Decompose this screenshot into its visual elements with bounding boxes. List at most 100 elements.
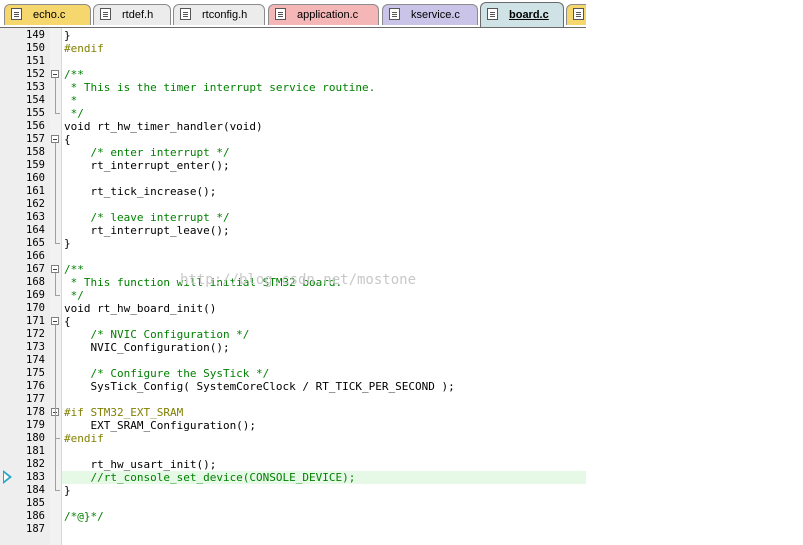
- fold-guide: [55, 325, 56, 490]
- code-line[interactable]: /* Configure the SysTick */: [64, 367, 269, 380]
- code-line[interactable]: */: [64, 107, 84, 120]
- file-icon: [275, 8, 286, 20]
- line-number: 154: [26, 94, 45, 106]
- code-line[interactable]: rt_tick_increase();: [64, 185, 216, 198]
- fold-margin: [50, 28, 62, 545]
- tab-overflow[interactable]: [566, 4, 586, 25]
- fold-end: [55, 438, 60, 439]
- code-line[interactable]: rt_hw_usart_init();: [64, 458, 216, 471]
- code-line[interactable]: EXT_SRAM_Configuration();: [64, 419, 256, 432]
- line-number: 175: [26, 367, 45, 379]
- tab-label: board.c: [509, 9, 549, 21]
- fold-toggle-icon[interactable]: [51, 265, 59, 273]
- file-icon: [389, 8, 400, 20]
- tab-kservice-c[interactable]: kservice.c: [382, 4, 478, 25]
- line-number: 172: [26, 328, 45, 340]
- tab-divider: [0, 27, 586, 28]
- code-line[interactable]: NVIC_Configuration();: [64, 341, 229, 354]
- line-number: 152: [26, 68, 45, 80]
- fold-toggle-icon[interactable]: [51, 135, 59, 143]
- code-line[interactable]: */: [64, 289, 84, 302]
- line-number: 161: [26, 185, 45, 197]
- line-number: 156: [26, 120, 45, 132]
- file-icon: [487, 8, 498, 20]
- fold-toggle-icon[interactable]: [51, 70, 59, 78]
- line-number: 171: [26, 315, 45, 327]
- line-number: 182: [26, 458, 45, 470]
- code-line[interactable]: }: [64, 29, 71, 42]
- line-number: 150: [26, 42, 45, 54]
- line-number: 183: [26, 471, 45, 483]
- code-line[interactable]: #endif: [64, 432, 104, 445]
- line-number: 187: [26, 523, 45, 535]
- code-line[interactable]: rt_interrupt_leave();: [64, 224, 229, 237]
- line-number: 155: [26, 107, 45, 119]
- line-number: 180: [26, 432, 45, 444]
- fold-end: [55, 490, 60, 491]
- tab-rtconfig-h[interactable]: rtconfig.h: [173, 4, 265, 25]
- code-line[interactable]: #if STM32_EXT_SRAM: [64, 406, 183, 419]
- line-number: 165: [26, 237, 45, 249]
- code-line[interactable]: {: [64, 133, 71, 146]
- tab-label: echo.c: [33, 9, 66, 21]
- line-number: 162: [26, 198, 45, 210]
- line-number: 158: [26, 146, 45, 158]
- code-line[interactable]: /* NVIC Configuration */: [64, 328, 249, 341]
- line-number: 159: [26, 159, 45, 171]
- tab-label: rtdef.h: [122, 9, 154, 21]
- line-number: 179: [26, 419, 45, 431]
- file-icon: [11, 8, 22, 20]
- tab-label: rtconfig.h: [202, 9, 248, 21]
- line-number: 174: [26, 354, 45, 366]
- line-number: 163: [26, 211, 45, 223]
- tab-application-c[interactable]: application.c: [268, 4, 379, 25]
- line-number: 157: [26, 133, 45, 145]
- line-number: 160: [26, 172, 45, 184]
- watermark: http://blog.csdn.net/mostone: [180, 272, 417, 288]
- tab-label: kservice.c: [411, 9, 460, 21]
- code-line[interactable]: }: [64, 484, 71, 497]
- line-number: 176: [26, 380, 45, 392]
- line-number: 149: [26, 29, 45, 41]
- fold-guide: [55, 273, 56, 295]
- line-number: 153: [26, 81, 45, 93]
- line-number: 177: [26, 393, 45, 405]
- fold-guide: [55, 78, 56, 113]
- code-line[interactable]: #endif: [64, 42, 104, 55]
- line-number: 173: [26, 341, 45, 353]
- tab-label: application.c: [297, 9, 359, 21]
- code-line[interactable]: /**: [64, 68, 84, 81]
- tab-echo-c[interactable]: echo.c: [4, 4, 91, 25]
- fold-guide: [55, 416, 56, 438]
- code-line[interactable]: /* leave interrupt */: [64, 211, 229, 224]
- file-icon: [573, 8, 584, 20]
- file-tab-bar: echo.c rtdef.h rtconfig.h application.c …: [0, 0, 586, 28]
- code-line[interactable]: *: [64, 94, 78, 107]
- line-number: 170: [26, 302, 45, 314]
- fold-end: [55, 243, 60, 244]
- code-line[interactable]: //rt_console_set_device(CONSOLE_DEVICE);: [64, 471, 355, 484]
- line-number: 186: [26, 510, 45, 522]
- fold-guide: [55, 143, 56, 243]
- line-number: 151: [26, 55, 45, 67]
- file-icon: [180, 8, 191, 20]
- code-line[interactable]: /*@}*/: [64, 510, 104, 523]
- tab-rtdef-h[interactable]: rtdef.h: [93, 4, 171, 25]
- fold-end: [55, 295, 60, 296]
- line-number: 167: [26, 263, 45, 275]
- code-line[interactable]: void rt_hw_board_init(): [64, 302, 216, 315]
- code-line[interactable]: SysTick_Config( SystemCoreClock / RT_TIC…: [64, 380, 454, 393]
- code-line[interactable]: void rt_hw_timer_handler(void): [64, 120, 263, 133]
- code-line[interactable]: }: [64, 237, 71, 250]
- code-line[interactable]: rt_interrupt_enter();: [64, 159, 229, 172]
- code-line[interactable]: /**: [64, 263, 84, 276]
- line-number: 184: [26, 484, 45, 496]
- tab-board-c[interactable]: board.c: [480, 2, 564, 27]
- file-icon: [100, 8, 111, 20]
- line-number: 178: [26, 406, 45, 418]
- code-line[interactable]: /* enter interrupt */: [64, 146, 229, 159]
- code-line[interactable]: * This is the timer interrupt service ro…: [64, 81, 376, 94]
- code-line[interactable]: {: [64, 315, 71, 328]
- fold-toggle-icon[interactable]: [51, 317, 59, 325]
- fold-end: [55, 113, 60, 114]
